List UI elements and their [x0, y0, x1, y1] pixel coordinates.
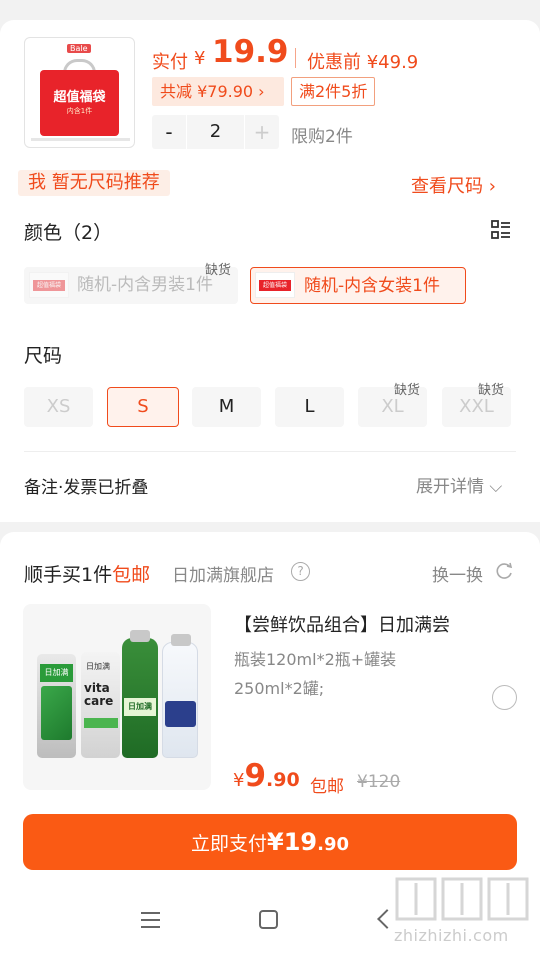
pay-amount-int: 19 [283, 828, 318, 856]
can-label: 日加满 [40, 664, 73, 682]
can2-stripe [84, 718, 118, 728]
bottle-clear [162, 634, 198, 758]
decrease-button[interactable]: - [152, 115, 186, 149]
can-silver: 日加满 [37, 654, 76, 758]
addon-title: 顺手买1件包邮 [24, 560, 150, 587]
out-of-stock-badge: 缺货 [394, 383, 421, 398]
can-graphic [41, 686, 72, 740]
quantity-input[interactable]: 2 [186, 115, 245, 149]
addon-free-shipping-tag: 包邮 [310, 777, 344, 797]
pay-now-button[interactable]: 立即支付¥19.90 [23, 814, 517, 870]
remark-invoice-label: 备注·发票已折叠 [24, 478, 149, 498]
addon-price: ¥9.90 [233, 758, 300, 794]
view-size-chart-link[interactable]: 查看尺码 › [411, 172, 496, 198]
pay-currency: ¥ [267, 828, 284, 856]
size-option-s[interactable]: S [107, 387, 179, 427]
size-option-m[interactable]: M [192, 387, 261, 427]
price-value: 19.9 [212, 34, 289, 70]
product-thumbnail[interactable]: Bale 超值福袋 内含1件 [24, 37, 135, 148]
quantity-stepper: - 2 + [152, 115, 279, 149]
option-thumbnail: 超值福袋 [29, 272, 69, 298]
option-thumbnail: 超值福袋 [255, 272, 295, 298]
size-option-l[interactable]: L [275, 387, 344, 427]
addon-price-dec: .90 [266, 769, 300, 791]
can2-brand: 日加满 [86, 662, 110, 671]
out-of-stock-badge: 缺货 [205, 263, 232, 278]
color-option-female[interactable]: 超值福袋 随机-内含女装1件 [250, 267, 466, 304]
color-option-label: 随机-内含男装1件 [77, 275, 213, 295]
spec-line: 瓶装120ml*2瓶+罐装 [234, 650, 397, 669]
section-divider [24, 451, 516, 452]
expand-details-button[interactable]: 展开详情 ⌵ [416, 472, 502, 497]
price-divider [295, 48, 296, 68]
discount-detail-button[interactable]: 共减 ¥79.90 › [152, 77, 284, 106]
spec-line: 250ml*2罐; [234, 679, 325, 698]
thumb-sub: 内含1件 [66, 107, 93, 115]
can2-label: vita care [84, 681, 114, 708]
pay-amount-dec: .90 [317, 834, 349, 855]
addon-currency: ¥ [233, 770, 245, 791]
menu-icon[interactable] [141, 912, 160, 928]
pay-label: 立即支付 [190, 833, 267, 855]
thumb-footer [31, 138, 130, 141]
addon-free-shipping: 包邮 [112, 564, 151, 586]
home-icon[interactable] [259, 910, 278, 929]
addon-product-image[interactable]: 日加满 日加满 vita care 日加满 [23, 604, 211, 790]
original-price: 优惠前 ¥49.9 [307, 52, 419, 73]
thumb-brand: Bale [67, 44, 91, 53]
out-of-stock-badge: 缺货 [478, 383, 505, 398]
list-view-icon[interactable] [491, 220, 511, 240]
price-label: 实付 [152, 52, 188, 73]
size-section-title: 尺码 [24, 345, 63, 367]
store-name[interactable]: 日加满旗舰店 [172, 561, 274, 586]
price-currency: ¥ [194, 48, 206, 69]
addon-title-prefix: 顺手买1件 [24, 564, 113, 586]
addon-select-radio[interactable] [492, 685, 517, 710]
refresh-icon[interactable] [494, 561, 514, 581]
mini-label: 超值福袋 [33, 280, 65, 291]
size-recommendation[interactable]: 我 暂无尺码推荐 [18, 170, 170, 196]
bottle-cap [130, 630, 150, 642]
watermark-text: zhizhizhi.com [394, 926, 509, 945]
color-option-label: 随机-内含女装1件 [304, 276, 440, 296]
bottle-cap [171, 634, 191, 646]
purchase-limit: 限购2件 [291, 127, 353, 147]
mini-label: 超值福袋 [259, 280, 291, 291]
bottle-label: 日加满 [124, 698, 156, 716]
help-icon[interactable]: ? [291, 562, 310, 581]
bottle-label [165, 701, 196, 727]
addon-product-name: 【尝鲜饮品组合】日加满尝 [234, 615, 450, 636]
promo-badge: 满2件5折 [291, 77, 376, 106]
addon-price-int: 9 [244, 758, 267, 794]
swap-button[interactable]: 换一换 [432, 561, 483, 586]
thumb-title: 超值福袋 [53, 90, 106, 105]
addon-product-spec: 瓶装120ml*2瓶+罐装 250ml*2罐; [234, 645, 474, 703]
color-section-title: 颜色（2） [24, 222, 113, 244]
size-option-xs[interactable]: XS [24, 387, 93, 427]
increase-button[interactable]: + [245, 115, 279, 149]
addon-original-price: ¥120 [357, 772, 401, 792]
bottle-green: 日加满 [122, 630, 158, 758]
can-white: 日加满 vita care [81, 652, 120, 758]
